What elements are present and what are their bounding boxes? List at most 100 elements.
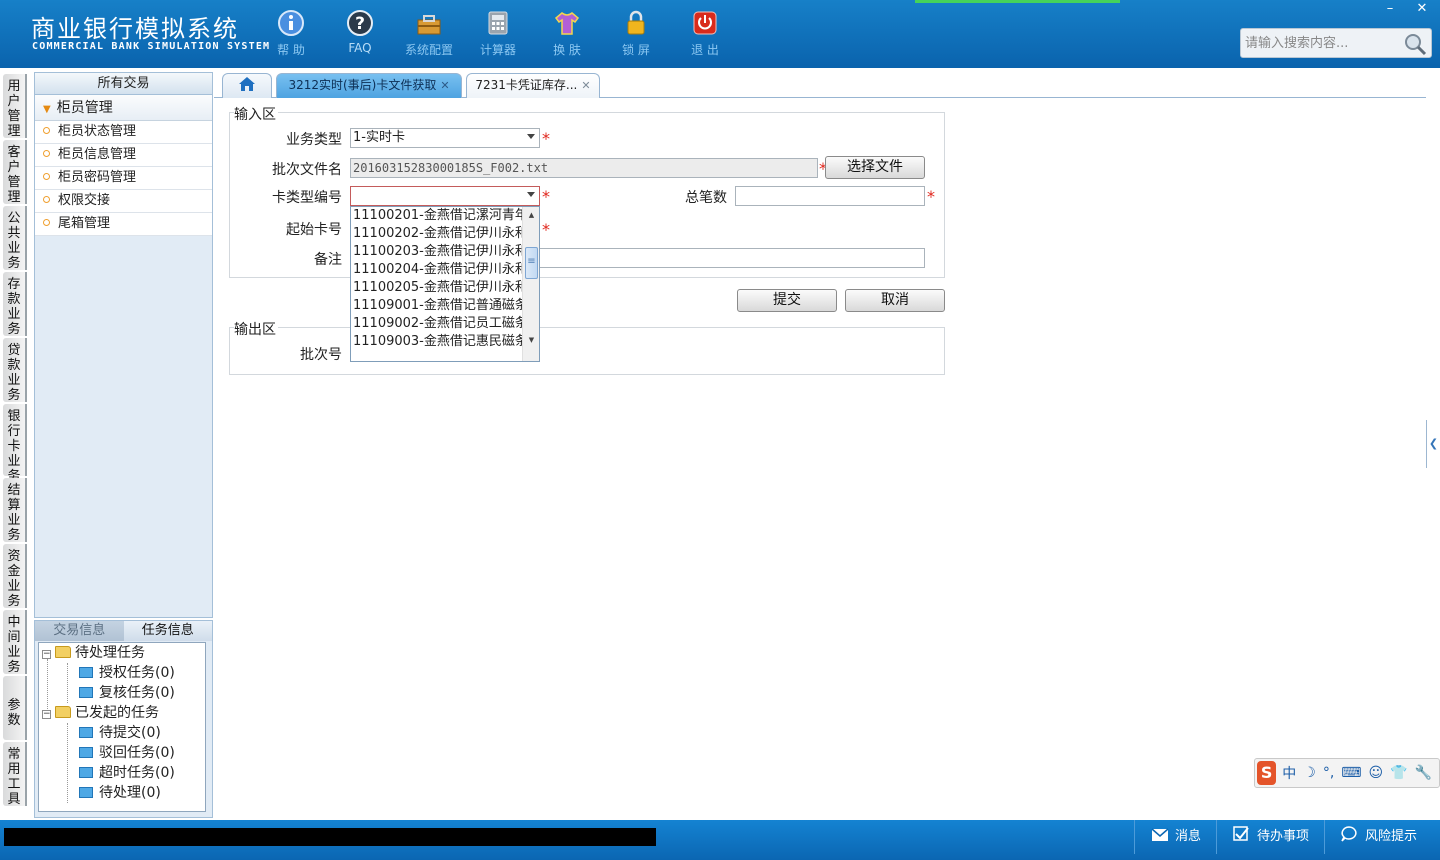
tree-node-pending[interactable]: − 待处理任务	[42, 643, 145, 663]
user-icon[interactable]: ☺	[1369, 765, 1384, 781]
menu-item-permission-handover[interactable]: 权限交接	[35, 190, 212, 213]
system-config-button[interactable]: 系统配置	[399, 8, 459, 58]
dropdown-option[interactable]: 11100205-金燕借记伊川永和	[353, 279, 523, 297]
folder-icon	[79, 747, 93, 758]
menu-item-cash-box[interactable]: 尾箱管理	[35, 213, 212, 236]
vtab-customer-mgmt[interactable]: 客户管理	[3, 140, 27, 205]
cancel-button[interactable]: 取消	[845, 289, 945, 312]
total-count-label: 总笔数	[685, 190, 727, 206]
dropdown-option[interactable]: 11100204-金燕借记伊川永和	[353, 261, 523, 279]
dropdown-arrow-icon	[527, 192, 535, 197]
scroll-down-icon[interactable]: ▼	[524, 333, 539, 348]
vtab-funds[interactable]: 资金业务	[3, 544, 27, 609]
close-tab-icon[interactable]: ✕	[440, 79, 449, 92]
close-window-button[interactable]: ✕	[1406, 0, 1438, 18]
vtab-parameters[interactable]: 参数	[3, 676, 27, 740]
vtab-public-business[interactable]: 公共业务	[3, 206, 27, 271]
folder-open-icon	[55, 706, 71, 718]
keyboard-icon[interactable]: ⌨	[1341, 765, 1361, 781]
required-mark: *	[927, 187, 935, 206]
menu-item-teller-status[interactable]: 柜员状态管理	[35, 121, 212, 144]
punctuation-icon[interactable]: °,	[1323, 765, 1334, 781]
lock-screen-button[interactable]: 锁 屏	[606, 8, 666, 58]
menu-header[interactable]: 所有交易	[35, 73, 212, 95]
tab-transaction-info[interactable]: 交易信息	[35, 621, 124, 641]
collapse-icon[interactable]: −	[42, 710, 51, 719]
exit-button[interactable]: 退 出	[675, 8, 735, 58]
risk-alert-button[interactable]: 风险提示	[1324, 820, 1440, 854]
faq-button[interactable]: ? FAQ	[330, 8, 390, 55]
choose-file-button[interactable]: 选择文件	[825, 156, 925, 179]
tree-node-to-process[interactable]: 待处理(0)	[79, 783, 161, 803]
calculator-label: 计算器	[479, 43, 516, 57]
sogou-logo-icon[interactable]: S	[1257, 761, 1277, 785]
wrench-icon[interactable]: 🔧	[1415, 765, 1432, 781]
folder-open-icon	[55, 646, 71, 658]
required-mark: *	[542, 220, 550, 239]
output-area-legend: 输出区	[234, 319, 278, 339]
dropdown-option[interactable]: 11100201-金燕借记漯河青年	[353, 207, 523, 225]
dropdown-option[interactable]: 11109002-金燕借记员工磁条	[353, 315, 523, 333]
collapse-icon[interactable]: −	[42, 650, 51, 659]
scroll-thumb[interactable]: ≡	[525, 247, 538, 279]
shirt-icon	[552, 8, 582, 38]
header-bar: 商业银行模拟系统 COMMERCIAL BANK SIMULATION SYST…	[0, 0, 1440, 68]
menu-item-teller-password[interactable]: 柜员密码管理	[35, 167, 212, 190]
tab-task-info[interactable]: 任务信息	[123, 621, 212, 641]
vtab-intermediary[interactable]: 中间业务	[3, 610, 27, 675]
tab-7231-card-inventory[interactable]: 7231卡凭证库存... ✕	[466, 73, 600, 98]
minimize-button[interactable]: –	[1374, 0, 1406, 18]
dropdown-scrollbar[interactable]: ▲ ≡ ▼	[522, 207, 539, 361]
tree-node-review[interactable]: 复核任务(0)	[79, 683, 175, 703]
help-label: 帮 助	[277, 43, 305, 57]
vtab-user-mgmt[interactable]: 用户管理	[3, 74, 27, 139]
card-type-select[interactable]	[350, 186, 540, 206]
skin-icon[interactable]: 👕	[1390, 765, 1407, 781]
tree-node-timeout[interactable]: 超时任务(0)	[79, 763, 175, 783]
bullet-icon	[43, 127, 50, 134]
menu-group-teller[interactable]: ▼ 柜员管理	[35, 95, 212, 121]
ime-chinese-mode[interactable]: 中	[1282, 763, 1296, 783]
dropdown-option[interactable]: 11109003-金燕借记惠民磁条	[353, 333, 523, 351]
vtab-deposit[interactable]: 存款业务	[3, 272, 27, 337]
start-card-label: 起始卡号	[286, 222, 342, 238]
calculator-button[interactable]: 计算器	[468, 8, 528, 58]
status-marquee	[4, 828, 656, 846]
vtab-bank-card[interactable]: 银行卡业务	[3, 404, 27, 484]
tree-node-initiated[interactable]: − 已发起的任务	[42, 703, 159, 723]
menu-item-teller-info[interactable]: 柜员信息管理	[35, 144, 212, 167]
help-button[interactable]: 帮 助	[261, 8, 321, 58]
vtab-common-tools[interactable]: 常用工具	[3, 742, 27, 807]
card-type-dropdown-list[interactable]: 11100201-金燕借记漯河青年 11100202-金燕借记伊川永和 1110…	[350, 206, 540, 362]
skin-button[interactable]: 换 肤	[537, 8, 597, 58]
vtab-loan[interactable]: 贷款业务	[3, 338, 27, 403]
faq-label: FAQ	[348, 41, 372, 55]
search-icon[interactable]	[1403, 32, 1427, 60]
folder-icon	[79, 787, 93, 798]
dropdown-option[interactable]: 11109001-金燕借记普通磁条	[353, 297, 523, 315]
search-input[interactable]	[1241, 29, 1401, 57]
dropdown-option[interactable]: 11100203-金燕借记伊川永和	[353, 243, 523, 261]
total-count-input[interactable]	[735, 186, 925, 206]
tab-3212-card-file[interactable]: 3212实时(事后)卡文件获取 ✕	[276, 73, 462, 98]
power-icon	[690, 8, 720, 38]
business-type-select[interactable]: 1-实时卡	[350, 128, 540, 148]
collapse-side-icon[interactable]: ❮	[1426, 420, 1440, 468]
bullet-icon	[43, 173, 50, 180]
toolbox-icon	[414, 8, 444, 38]
search-box	[1240, 28, 1432, 58]
lock-icon	[621, 8, 651, 38]
tab-home[interactable]	[222, 73, 272, 98]
submit-button[interactable]: 提交	[737, 289, 837, 312]
vtab-settlement[interactable]: 结算业务	[3, 478, 27, 543]
info-icon	[276, 8, 306, 38]
moon-icon[interactable]: ☽	[1303, 765, 1316, 781]
tree-node-authorize[interactable]: 授权任务(0)	[79, 663, 175, 683]
task-panel: 交易信息 任务信息 − 待处理任务 授权任务(0) 复核任务(0) − 已发起的任务…	[34, 620, 213, 818]
tree-node-rejected[interactable]: 驳回任务(0)	[79, 743, 175, 763]
tree-node-to-submit[interactable]: 待提交(0)	[79, 723, 161, 743]
dropdown-option[interactable]: 11100202-金燕借记伊川永和	[353, 225, 523, 243]
todo-button[interactable]: 待办事项	[1216, 820, 1326, 854]
scroll-up-icon[interactable]: ▲	[524, 208, 539, 223]
close-tab-icon[interactable]: ✕	[581, 79, 590, 92]
